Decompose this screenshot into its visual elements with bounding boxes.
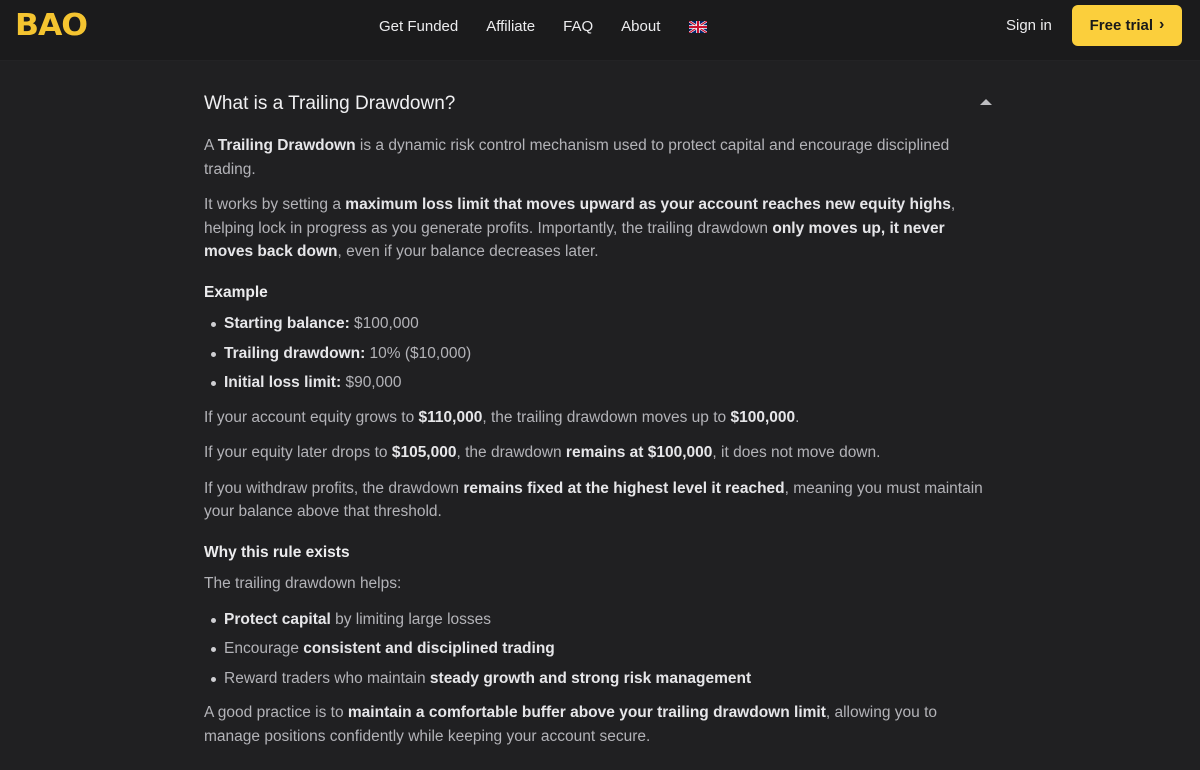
paragraph-intro: A Trailing Drawdown is a dynamic risk co… — [204, 137, 950, 178]
list-item: Protect capital by limiting large losses — [204, 608, 994, 632]
bao-logo[interactable]: BAO — [15, 11, 88, 41]
paragraph-helps: The trailing drawdown helps: — [204, 575, 402, 592]
sign-in-link[interactable]: Sign in — [1006, 17, 1052, 34]
paragraph-equity-grows: If your account equity grows to $110,000… — [204, 408, 800, 426]
chevron-right-icon: › — [1159, 16, 1165, 33]
paragraph-withdraw: If you withdraw profits, the drawdown re… — [204, 479, 983, 521]
list-item: Starting balance: $100,000 — [204, 312, 994, 336]
top-navigation-bar: BAO Get Funded Affiliate FAQ About Sign … — [0, 0, 1200, 61]
free-trial-button[interactable]: Free trial › — [1072, 5, 1182, 46]
why-heading: Why this rule exists — [204, 543, 350, 561]
caret-up-icon[interactable] — [980, 99, 992, 105]
list-item: Encourage consistent and disciplined tra… — [204, 637, 994, 661]
nav-about[interactable]: About — [621, 18, 660, 35]
paragraph-equity-drops: If your equity later drops to $105,000, … — [204, 444, 881, 461]
example-heading: Example — [204, 283, 268, 301]
free-trial-label: Free trial — [1089, 17, 1154, 34]
paragraph-how-it-works: It works by setting a maximum loss limit… — [204, 196, 956, 260]
uk-flag-icon[interactable] — [688, 20, 709, 34]
list-item: Initial loss limit: $90,000 — [204, 371, 994, 395]
paragraph-good-practice: A good practice is to maintain a comfort… — [204, 704, 938, 745]
example-list: Starting balance: $100,000 Trailing draw… — [204, 312, 994, 395]
why-list: Protect capital by limiting large losses… — [204, 608, 994, 691]
nav-affiliate[interactable]: Affiliate — [486, 18, 535, 35]
faq-question-title[interactable]: What is a Trailing Drawdown? — [204, 93, 455, 115]
main-nav: Get Funded Affiliate FAQ About — [379, 0, 709, 52]
list-item: Reward traders who maintain steady growt… — [204, 667, 994, 691]
nav-faq[interactable]: FAQ — [563, 18, 593, 35]
list-item: Trailing drawdown: 10% ($10,000) — [204, 342, 994, 366]
faq-answer: A Trailing Drawdown is a dynamic risk co… — [204, 134, 994, 760]
nav-get-funded[interactable]: Get Funded — [379, 18, 458, 35]
